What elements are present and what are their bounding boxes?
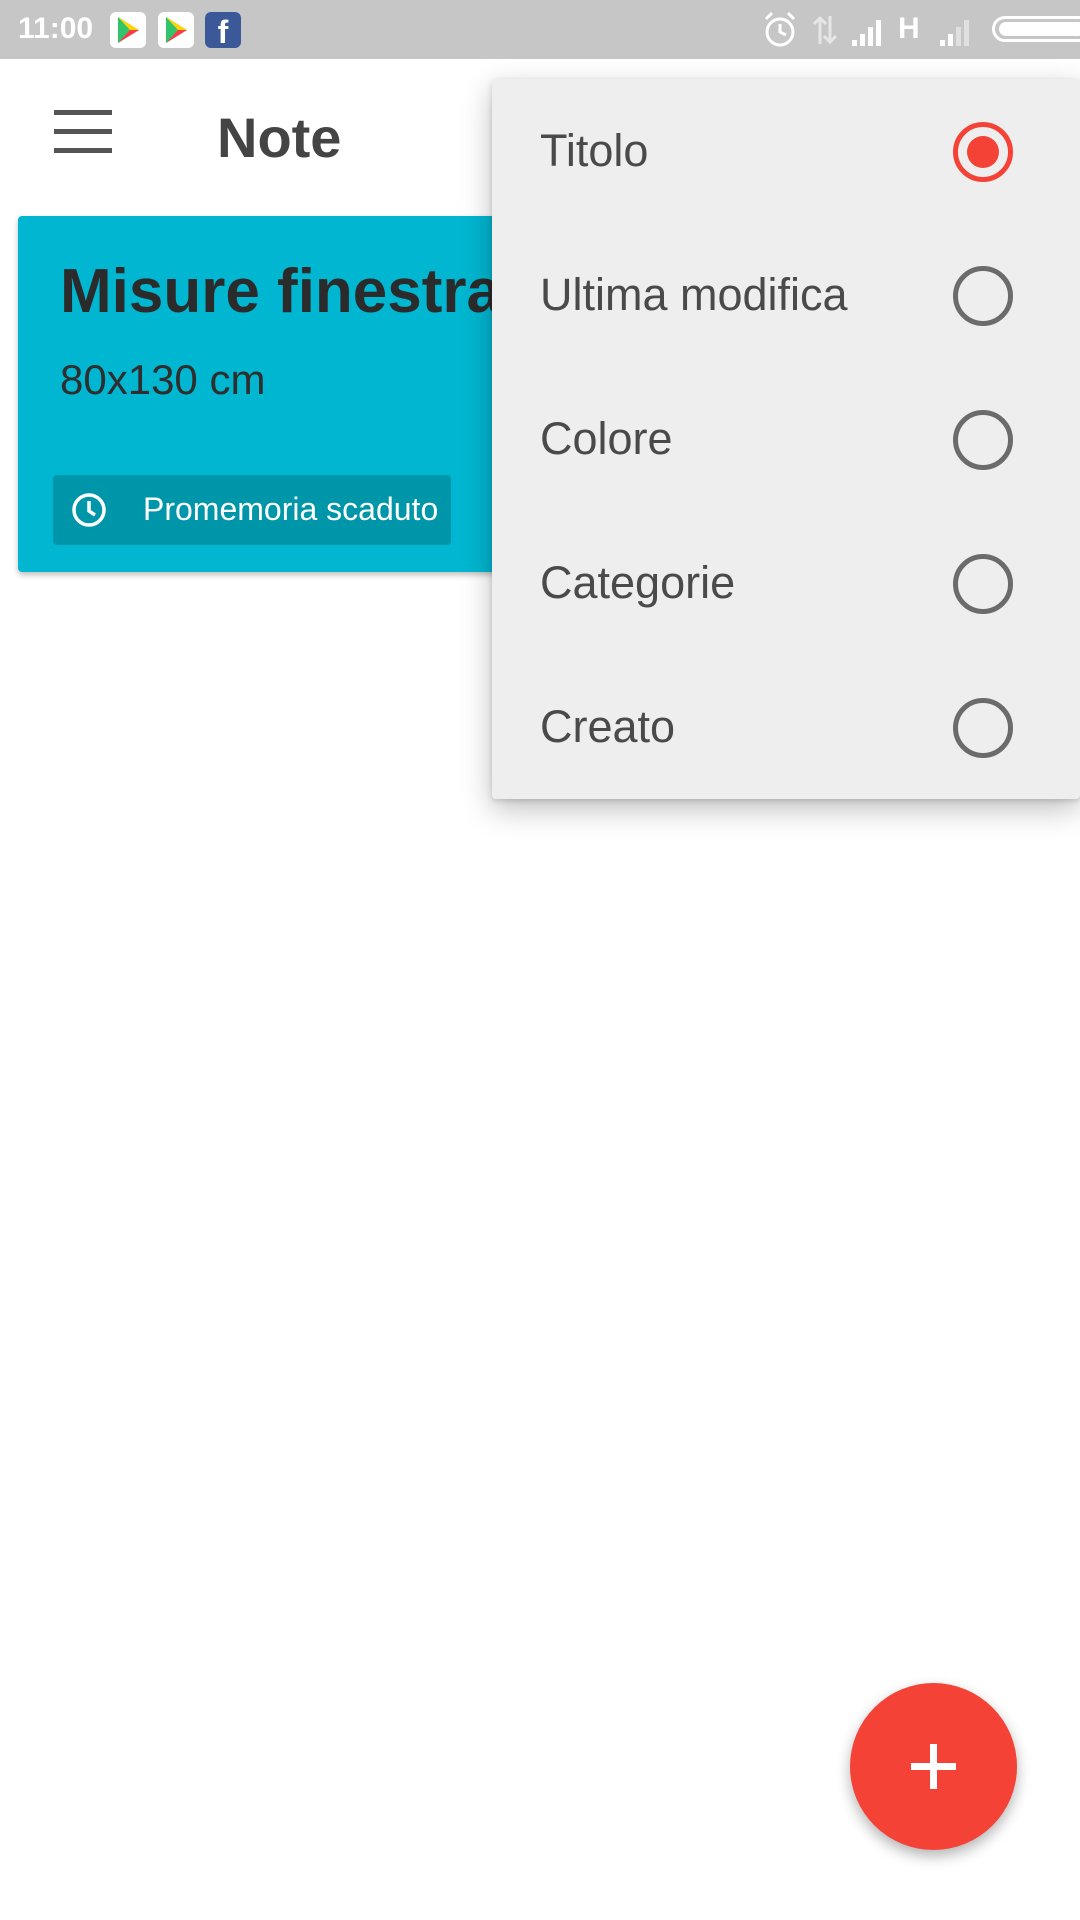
network-type: H: [898, 12, 920, 45]
status-bar: 11:00 f H: [0, 0, 1080, 59]
add-note-button[interactable]: [850, 1683, 1017, 1850]
data-transfer-icon: [810, 10, 840, 50]
signal-icon: [850, 10, 886, 50]
radio-button[interactable]: [953, 410, 1013, 470]
sort-option-label: Ultima modifica: [540, 269, 848, 320]
sort-option-title[interactable]: Titolo: [492, 79, 1080, 223]
sort-option-label: Creato: [540, 701, 676, 752]
play-store-icon: [158, 12, 194, 48]
sort-option-last-modified[interactable]: Ultima modifica: [492, 223, 1080, 367]
sort-menu: Titolo Ultima modifica Colore Categorie …: [492, 79, 1080, 799]
status-time: 11:00: [18, 12, 94, 45]
play-store-icon: [110, 12, 146, 48]
facebook-icon: f: [205, 12, 241, 50]
clock-icon: [71, 492, 107, 528]
radio-button-selected[interactable]: [953, 122, 1013, 182]
radio-button[interactable]: [953, 266, 1013, 326]
note-body: 80x130 cm: [60, 356, 266, 403]
sort-option-label: Colore: [540, 413, 673, 464]
plus-icon: [930, 1744, 937, 1789]
hamburger-menu-icon[interactable]: [54, 110, 112, 154]
note-title: Misure finestra: [60, 257, 502, 326]
radio-button[interactable]: [953, 698, 1013, 758]
sort-option-created[interactable]: Creato: [492, 655, 1080, 799]
reminder-label: Promemoria scaduto: [143, 491, 439, 527]
page-title: Note: [217, 106, 342, 169]
sort-option-label: Titolo: [540, 125, 649, 176]
signal-weak-icon: [938, 10, 978, 50]
sort-option-color[interactable]: Colore: [492, 367, 1080, 511]
battery-icon: [992, 16, 1080, 42]
reminder-chip: Promemoria scaduto: [53, 475, 451, 545]
alarm-icon: [762, 10, 798, 50]
sort-option-categories[interactable]: Categorie: [492, 511, 1080, 655]
sort-option-label: Categorie: [540, 557, 736, 608]
radio-button[interactable]: [953, 554, 1013, 614]
